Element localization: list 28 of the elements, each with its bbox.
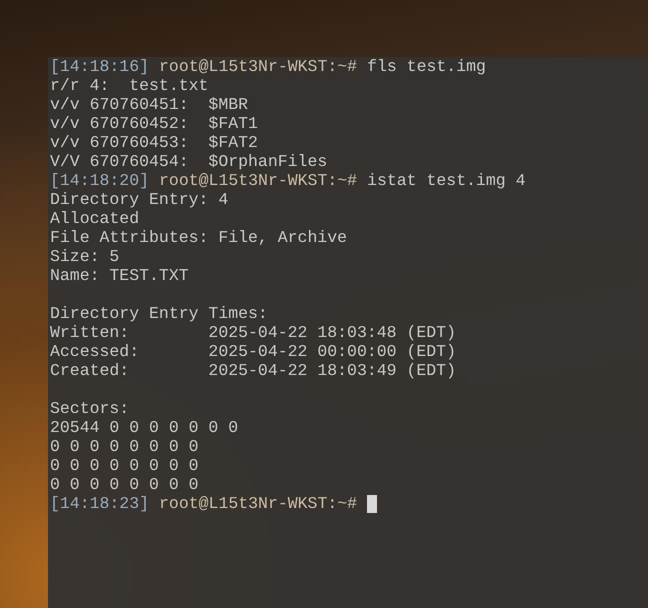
- output-line: Directory Entry: 4: [50, 190, 228, 209]
- prompt-user: root@L15t3Nr-WKST:~#: [159, 171, 358, 190]
- output-line: File Attributes: File, Archive: [50, 228, 348, 247]
- output-line: v/v 670760453: $FAT2: [50, 133, 258, 152]
- prompt-time: [14:18:16]: [50, 57, 150, 76]
- prompt-time: [14:18:23]: [50, 494, 150, 513]
- prompt-time: [14:18:20]: [50, 171, 150, 190]
- prompt-user: root@L15t3Nr-WKST:~#: [159, 57, 358, 76]
- output-line: v/v 670760451: $MBR: [50, 95, 248, 114]
- output-line: v/v 670760452: $FAT1: [50, 114, 258, 133]
- command-text: istat test.img 4: [367, 171, 526, 190]
- output-line: Sectors:: [50, 399, 130, 418]
- output-line: Written: 2025-04-22 18:03:48 (EDT): [50, 323, 456, 342]
- output-line: 20544 0 0 0 0 0 0 0: [50, 418, 238, 437]
- output-line: 0 0 0 0 0 0 0 0: [50, 475, 199, 494]
- command-text: fls test.img: [367, 57, 486, 76]
- output-line: Allocated: [50, 209, 140, 228]
- output-line: Directory Entry Times:: [50, 304, 268, 323]
- prompt-user: root@L15t3Nr-WKST:~#: [159, 494, 358, 513]
- output-line: 0 0 0 0 0 0 0 0: [50, 437, 199, 456]
- text-cursor: [367, 494, 378, 512]
- output-line: Size: 5: [50, 247, 120, 266]
- output-line: 0 0 0 0 0 0 0 0: [50, 456, 199, 475]
- output-line: Name: TEST.TXT: [50, 266, 189, 285]
- output-line: Created: 2025-04-22 18:03:49 (EDT): [50, 361, 456, 380]
- output-line: Accessed: 2025-04-22 00:00:00 (EDT): [50, 342, 456, 361]
- output-line: V/V 670760454: $OrphanFiles: [50, 152, 328, 171]
- output-line: r/r 4: test.txt: [50, 76, 208, 95]
